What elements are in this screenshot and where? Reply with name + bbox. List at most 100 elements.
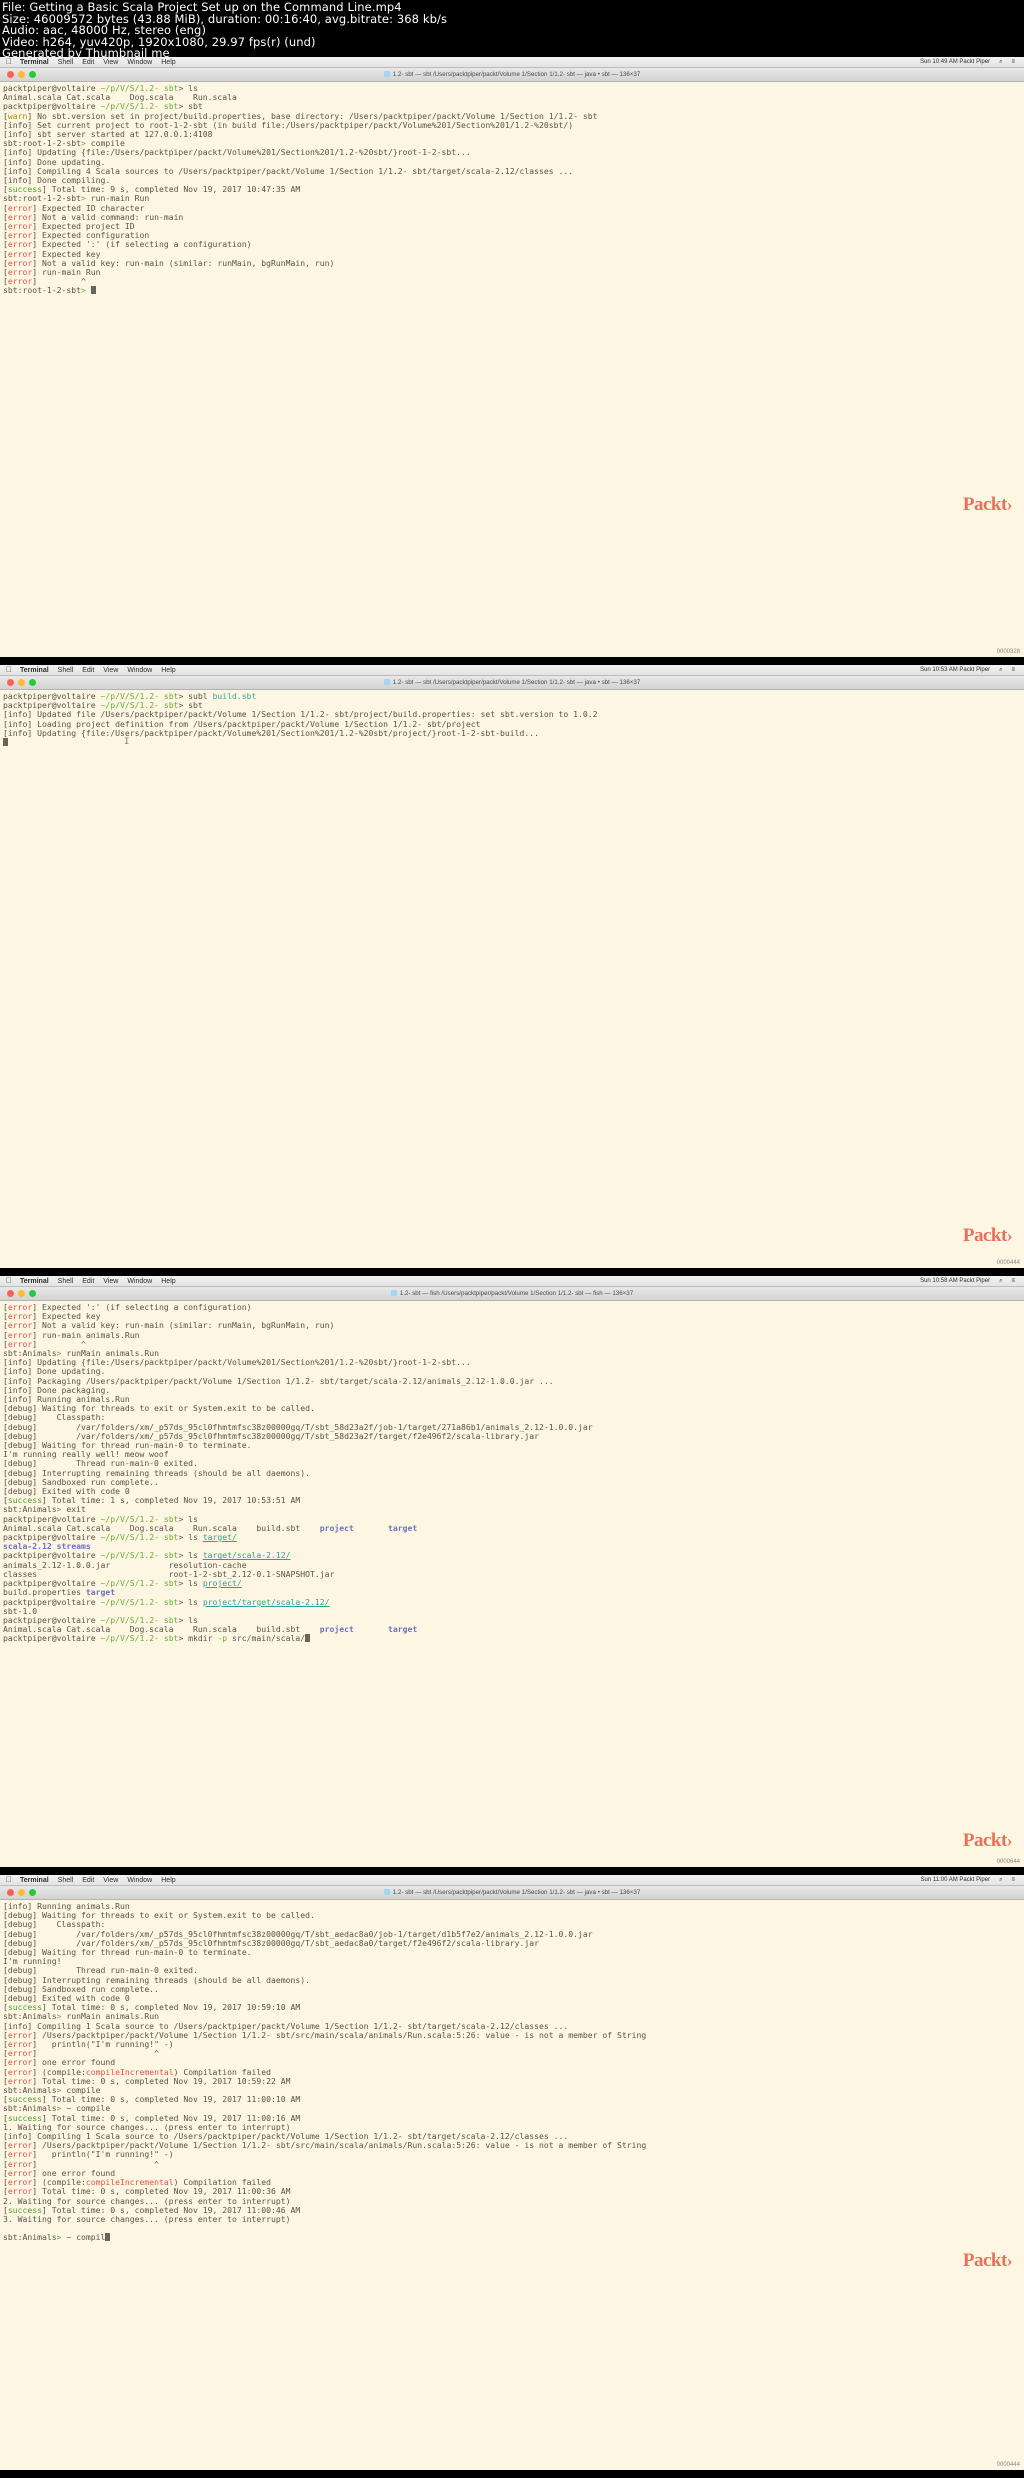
terminal-body[interactable]: packtpiper@voltaire ~/p/V/S/1.2- sbt> su… bbox=[0, 690, 1024, 1268]
menu-item-window[interactable]: Window bbox=[127, 1877, 152, 1884]
list-icon[interactable]: ≡ bbox=[1011, 667, 1015, 673]
menu-bar-clock: Sun 10:53 AM Packt Piper bbox=[920, 667, 991, 673]
terminal-line: [success] Total time: 1 s, completed Nov… bbox=[3, 1496, 1022, 1505]
menu-item-terminal[interactable]: Terminal bbox=[20, 1278, 49, 1285]
terminal-cursor bbox=[3, 738, 8, 747]
search-icon[interactable]: ⌕ bbox=[999, 1877, 1002, 1884]
window-title-bar[interactable]: 1.2- sbt — fish /Users/packtpiper/packt/… bbox=[0, 1287, 1024, 1301]
terminal-line: [error] Not a valid command: run-main bbox=[3, 212, 1022, 222]
menu-item-edit[interactable]: Edit bbox=[82, 667, 94, 674]
terminal-body[interactable]: [error] Expected ':' (if selecting a con… bbox=[0, 1301, 1024, 1867]
menu-item-edit[interactable]: Edit bbox=[82, 1278, 94, 1285]
menu-item-edit[interactable]: Edit bbox=[82, 59, 94, 66]
frame-code-id: 0000444 bbox=[996, 1260, 1020, 1266]
terminal-text: > ls bbox=[178, 1532, 203, 1543]
window-title-bar[interactable]: 1.2- sbt — sbt /Users/packtpiper/packt/V… bbox=[0, 1886, 1024, 1900]
apple-icon[interactable]:  bbox=[6, 1876, 12, 1884]
terminal-line: packtpiper@voltaire ~/p/V/S/1.2- sbt> ls… bbox=[3, 1578, 1022, 1589]
menu-bar-clock: Sun 10:49 AM Packt Piper bbox=[920, 59, 991, 65]
terminal-line: [info] sbt server started at 127.0.0.1:4… bbox=[3, 129, 1022, 139]
menu-item-shell[interactable]: Shell bbox=[58, 1877, 74, 1884]
menu-item-window[interactable]: Window bbox=[127, 1278, 152, 1285]
apple-icon[interactable]:  bbox=[6, 1277, 12, 1285]
terminal-line: [error] Expected ':' (if selecting a con… bbox=[3, 1302, 1022, 1312]
terminal-line: [debug] Sandboxed run complete.. bbox=[3, 1477, 1022, 1487]
terminal-line: [debug] Waiting for thread run-main-0 to… bbox=[3, 1947, 1022, 1957]
menu-item-terminal[interactable]: Terminal bbox=[20, 667, 49, 674]
terminal-line: [error] ^ bbox=[3, 2049, 1022, 2058]
menu-bar-clock: Sun 11:00 AM Packt Piper bbox=[920, 1877, 991, 1883]
menu-bar-clock: Sun 10:58 AM Packt Piper bbox=[920, 1278, 991, 1284]
menu-item-shell[interactable]: Shell bbox=[58, 667, 74, 674]
terminal-text: [info] Updating {file:/Users/packtpiper/… bbox=[3, 727, 540, 738]
mac-menu-bar:  Terminal Shell Edit View Window Help Sun 10:5… bbox=[0, 665, 1024, 676]
frame-separator: 0000644 bbox=[0, 1859, 1024, 1875]
menu-item-help[interactable]: Help bbox=[161, 1278, 175, 1285]
menu-item-edit[interactable]: Edit bbox=[82, 1877, 94, 1884]
window-title: 1.2- sbt — fish /Users/packtpiper/packt/… bbox=[0, 1290, 1024, 1297]
frame-separator: 0000444 bbox=[0, 2462, 1024, 2478]
terminal-text: project bbox=[319, 1522, 354, 1533]
terminal-line: packtpiper@voltaire ~/p/V/S/1.2- sbt> ls… bbox=[3, 1532, 1022, 1543]
list-icon[interactable]: ≡ bbox=[1011, 59, 1015, 65]
apple-icon[interactable]:  bbox=[6, 666, 12, 674]
search-icon[interactable]: ⌕ bbox=[999, 59, 1002, 66]
terminal-line: packtpiper@voltaire ~/p/V/S/1.2- sbt> ls… bbox=[3, 1597, 1022, 1607]
terminal-line: [error] Total time: 0 s, completed Nov 1… bbox=[3, 2076, 1022, 2086]
search-icon[interactable]: ⌕ bbox=[999, 667, 1002, 674]
terminal-body[interactable]: packtpiper@voltaire ~/p/V/S/1.2- sbt> ls… bbox=[0, 82, 1024, 657]
screenshot-frames:  Terminal Shell Edit View Window Help Sun 10:4… bbox=[0, 57, 1024, 2478]
terminal-text: build.sbt bbox=[212, 691, 257, 701]
search-icon[interactable]: ⌕ bbox=[999, 1278, 1002, 1285]
frame-code-id: 0000328 bbox=[996, 649, 1020, 655]
terminal-line: [debug] Sandboxed run complete.. bbox=[3, 1984, 1022, 1994]
terminal-line: [success] Total time: 0 s, completed Nov… bbox=[3, 2095, 1022, 2104]
terminal-text: project/ bbox=[202, 1578, 242, 1589]
terminal-window:  Terminal Shell Edit View Window Help Sun 10:5… bbox=[0, 665, 1024, 1276]
menu-item-terminal[interactable]: Terminal bbox=[20, 1877, 49, 1884]
window-title-text: 1.2- sbt — fish /Users/packtpiper/packt/… bbox=[399, 1290, 634, 1297]
packt-watermark: Packt› bbox=[962, 1224, 1013, 1246]
menu-item-view[interactable]: View bbox=[103, 667, 118, 674]
packt-arrow-icon: › bbox=[1006, 2250, 1013, 2270]
terminal-line bbox=[3, 738, 1022, 747]
terminal-body[interactable]: [info] Running animals.Run [debug] Waitin… bbox=[0, 1900, 1024, 2470]
window-title-bar[interactable]: 1.2- sbt — sbt /Users/packtpiper/packt/V… bbox=[0, 676, 1024, 690]
terminal-line: sbt:root-1-2-sbt> bbox=[3, 286, 1022, 295]
terminal-text: ~ compil bbox=[61, 2232, 106, 2243]
menu-item-window[interactable]: Window bbox=[127, 667, 152, 674]
list-icon[interactable]: ≡ bbox=[1011, 1278, 1015, 1284]
menu-item-view[interactable]: View bbox=[103, 59, 118, 66]
menu-item-window[interactable]: Window bbox=[127, 59, 152, 66]
menu-item-shell[interactable]: Shell bbox=[58, 1278, 74, 1285]
menu-item-help[interactable]: Help bbox=[161, 59, 175, 66]
apple-icon[interactable]:  bbox=[6, 58, 12, 66]
folder-icon bbox=[383, 1889, 390, 1895]
terminal-window:  Terminal Shell Edit View Window Help Sun 10:5… bbox=[0, 1276, 1024, 1875]
terminal-text: project bbox=[319, 1624, 354, 1635]
window-title-bar[interactable]: 1.2- sbt — sbt /Users/packtpiper/packt/V… bbox=[0, 68, 1024, 82]
terminal-line: [error] run-main animals.Run bbox=[3, 1330, 1022, 1340]
terminal-window:  Terminal Shell Edit View Window Help Sun 10:4… bbox=[0, 57, 1024, 665]
terminal-text: ~/p/V/S/1.2- sbt bbox=[100, 1633, 179, 1644]
terminal-line: [error] Expected ':' (if selecting a con… bbox=[3, 240, 1022, 249]
menu-item-help[interactable]: Help bbox=[161, 667, 175, 674]
terminal-cursor bbox=[305, 1634, 311, 1643]
menu-item-view[interactable]: View bbox=[103, 1278, 118, 1285]
menu-item-view[interactable]: View bbox=[103, 1877, 118, 1884]
terminal-line: [error] ^ bbox=[3, 2159, 1022, 2169]
menu-item-terminal[interactable]: Terminal bbox=[20, 59, 49, 66]
packt-arrow-icon: › bbox=[1006, 494, 1013, 514]
packt-arrow-icon: › bbox=[1006, 1830, 1013, 1850]
terminal-line: [info] Compiling 4 Scala sources to /Use… bbox=[3, 166, 1022, 176]
thumbnail-sheet: File: Getting a Basic Scala Project Set … bbox=[0, 0, 1024, 2478]
terminal-line: [success] Total time: 9 s, completed Nov… bbox=[3, 185, 1022, 194]
menu-item-help[interactable]: Help bbox=[161, 1877, 175, 1884]
menu-item-shell[interactable]: Shell bbox=[58, 59, 74, 66]
terminal-text: src/main/scala/ bbox=[227, 1633, 306, 1644]
terminal-line: [info] Done packaging. bbox=[3, 1385, 1022, 1395]
list-icon[interactable]: ≡ bbox=[1011, 1877, 1015, 1883]
window-title-text: 1.2- sbt — sbt /Users/packtpiper/packt/V… bbox=[392, 71, 641, 78]
terminal-line: [info] Updating {file:/Users/packtpiper/… bbox=[3, 1358, 1022, 1367]
